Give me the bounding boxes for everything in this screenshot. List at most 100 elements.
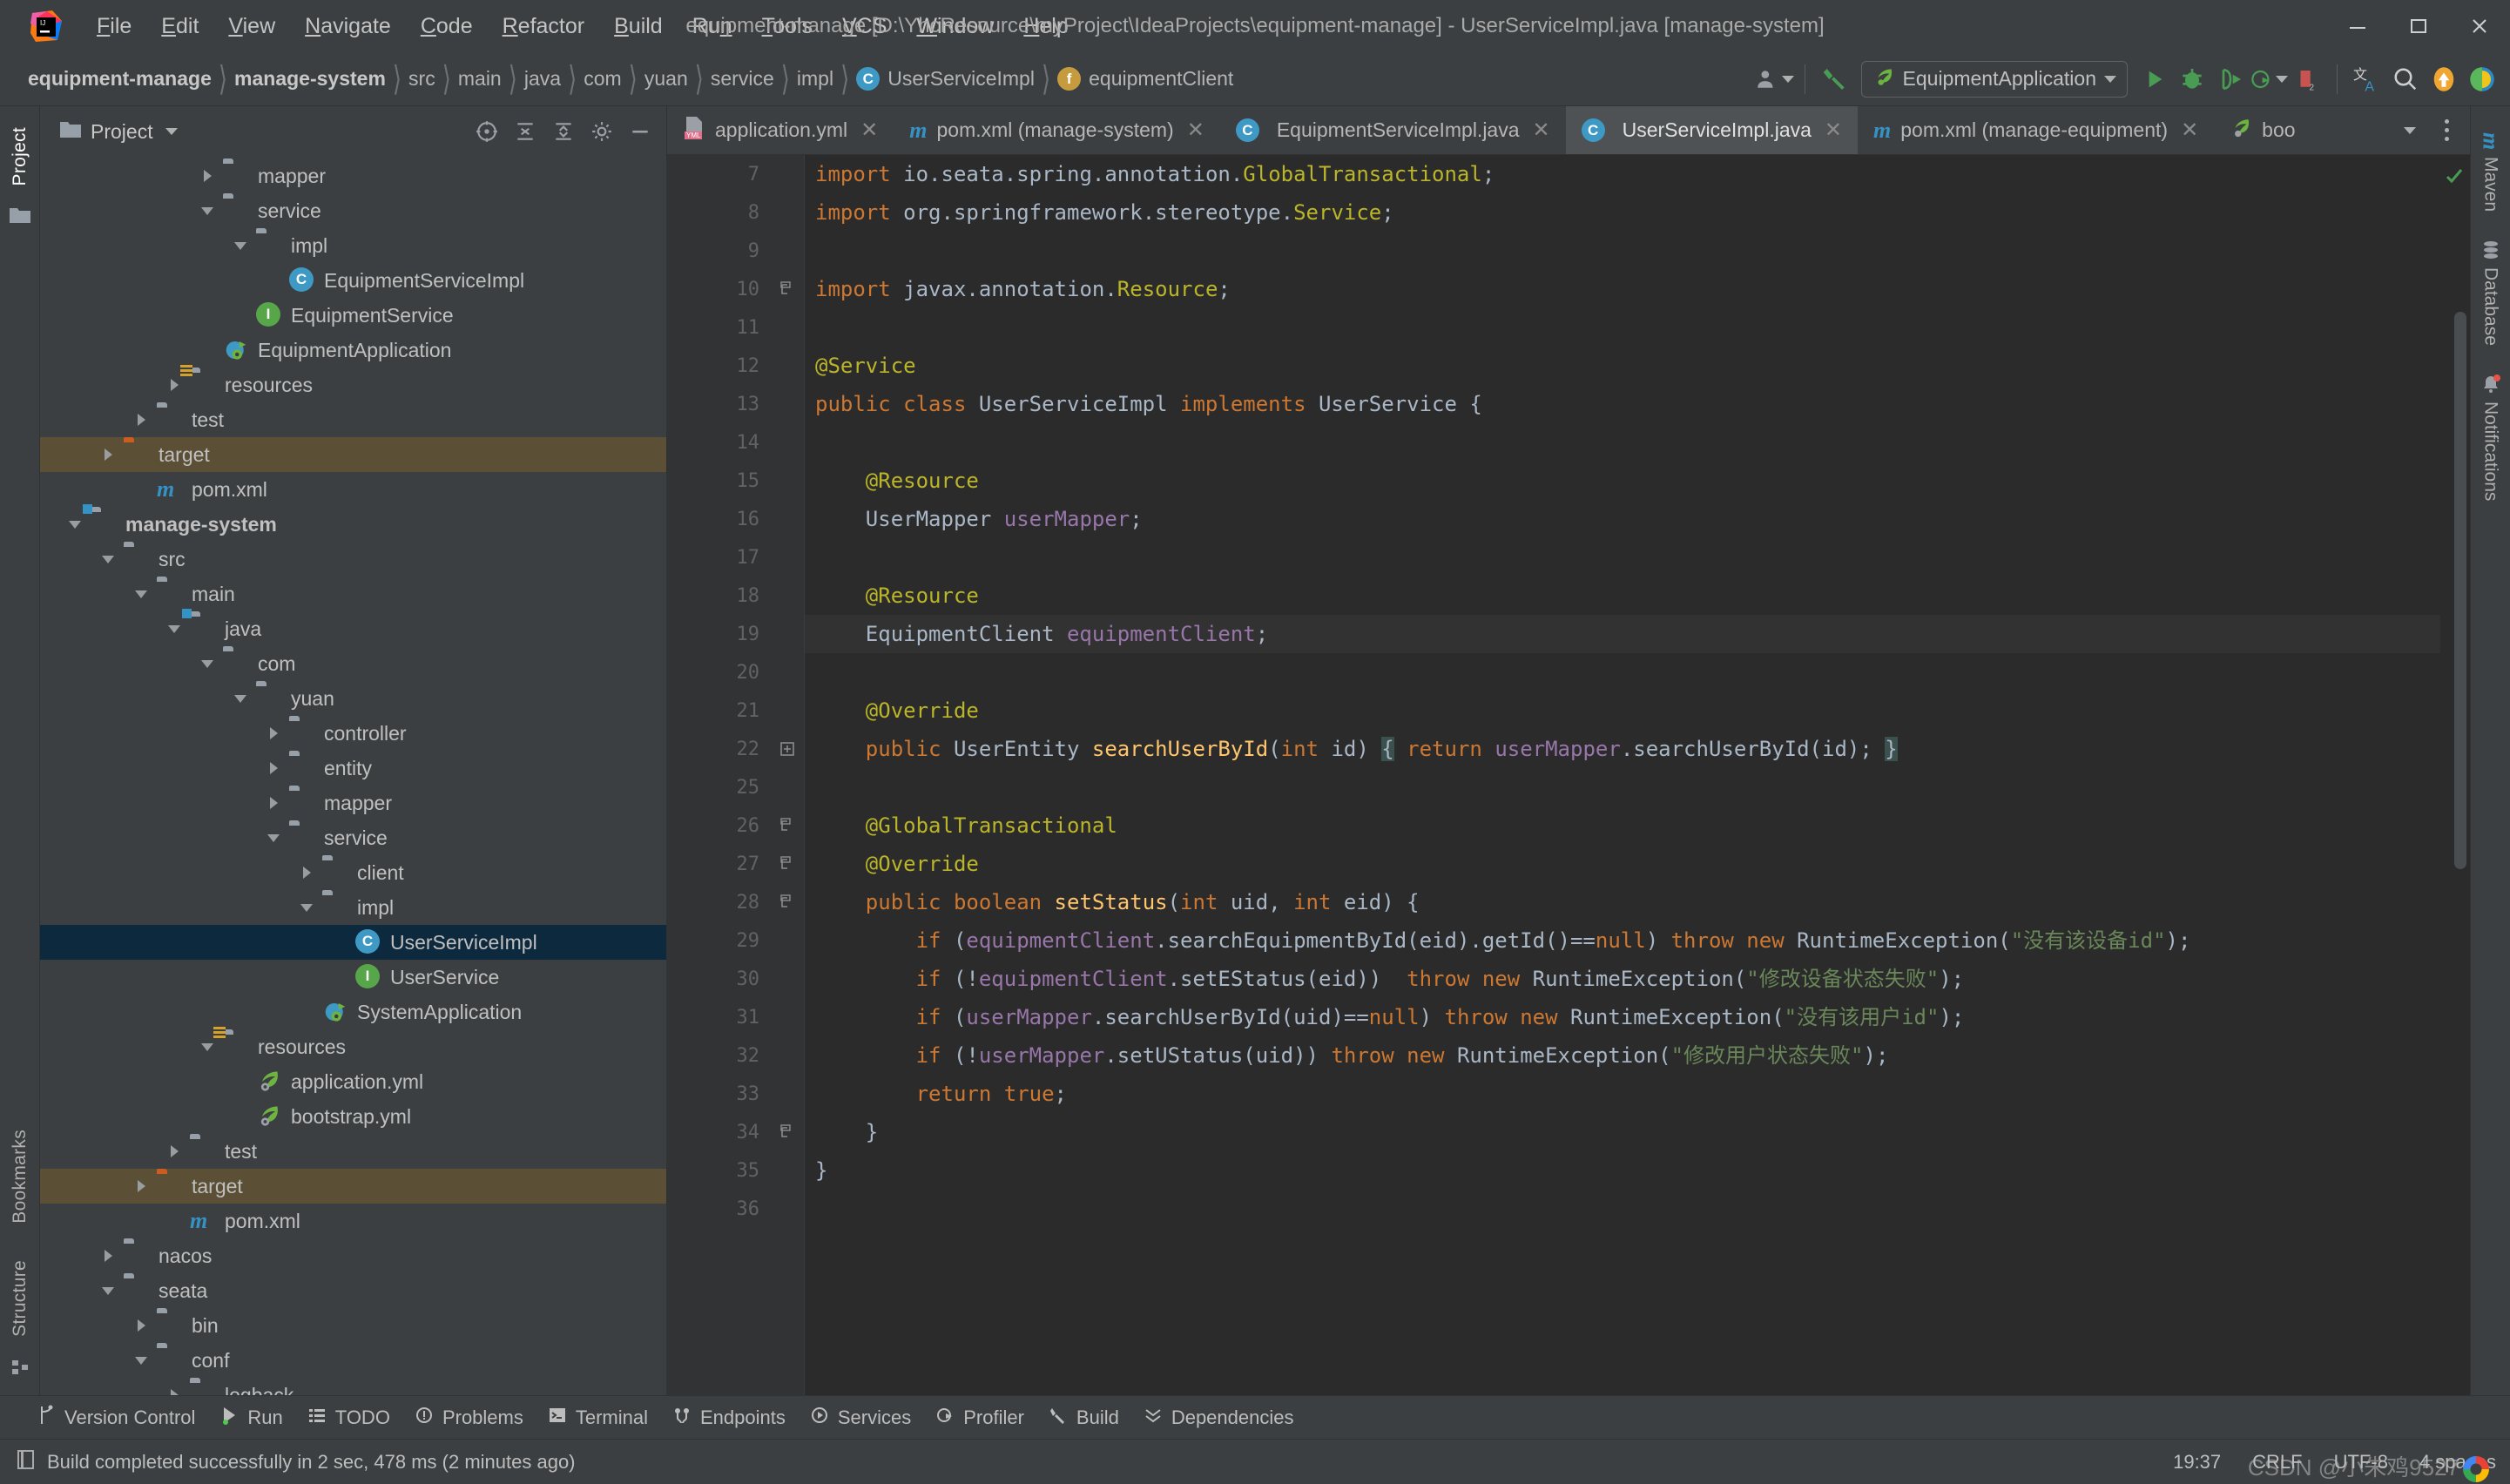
maximize-icon[interactable] <box>2388 0 2449 52</box>
sidebar-tab-database[interactable]: Database <box>2480 226 2501 360</box>
code-line[interactable]: import io.seata.spring.annotation.Global… <box>805 155 2440 193</box>
tool-window-endpoints[interactable]: Endpoints <box>665 1405 803 1431</box>
expand-arrow-icon[interactable] <box>125 1169 157 1204</box>
profiler-icon[interactable] <box>2250 52 2288 106</box>
code-line[interactable]: import javax.annotation.Resource; <box>805 270 2440 308</box>
code-line[interactable]: if (!userMapper.setUStatus(uid)) throw n… <box>805 1036 2440 1075</box>
indent-setting[interactable]: 4 spaces <box>2419 1451 2496 1474</box>
tree-item-bootstrap-yml[interactable]: bootstrap.yml <box>40 1099 666 1134</box>
fold-region-icon[interactable] <box>779 1124 795 1144</box>
tree-item-entity[interactable]: entity <box>40 751 666 786</box>
window-controls[interactable] <box>2327 0 2510 52</box>
ide-theme-icon[interactable] <box>2463 52 2501 106</box>
menu-item-refactor[interactable]: Refactor <box>488 10 600 43</box>
expand-arrow-icon[interactable] <box>258 786 289 820</box>
search-everywhere-icon[interactable] <box>2386 52 2425 106</box>
code-line[interactable] <box>805 1190 2440 1228</box>
run-configuration-selector[interactable]: EquipmentApplication <box>1860 60 2128 98</box>
tree-item-application-yml[interactable]: application.yml <box>40 1064 666 1099</box>
editor-markers-scrollbar[interactable] <box>2440 155 2470 1395</box>
tool-window-problems[interactable]: Problems <box>408 1405 541 1431</box>
menu-item-navigate[interactable]: Navigate <box>290 10 406 43</box>
menu-item-window[interactable]: Window <box>901 10 1009 43</box>
tree-item-client[interactable]: client <box>40 855 666 890</box>
menu-item-vcs[interactable]: VCS <box>827 10 901 43</box>
chevron-down-icon[interactable] <box>165 128 178 135</box>
fold-region-icon[interactable] <box>779 856 795 876</box>
breadcrumb-item-com[interactable]: com <box>578 52 626 105</box>
hide-panel-icon[interactable] <box>621 111 659 152</box>
code-line[interactable]: @Override <box>805 845 2440 883</box>
tree-item-manage-system[interactable]: manage-system <box>40 504 666 542</box>
expand-arrow-icon[interactable] <box>92 1238 124 1273</box>
tree-item-equipmentserviceimpl[interactable]: C EquipmentServiceImpl <box>40 263 666 298</box>
code-line[interactable]: public class UserServiceImpl implements … <box>805 385 2440 423</box>
collapse-arrow-icon[interactable] <box>192 193 223 228</box>
code-line[interactable] <box>805 538 2440 577</box>
minimize-icon[interactable] <box>2327 0 2388 52</box>
select-opened-file-icon[interactable] <box>468 111 506 152</box>
sidebar-tab-project[interactable]: Project <box>10 115 30 198</box>
collapse-arrow-icon[interactable] <box>225 228 256 263</box>
code-line[interactable]: UserMapper userMapper; <box>805 500 2440 538</box>
close-icon[interactable]: ✕ <box>2177 118 2202 143</box>
breadcrumb-item-project[interactable]: equipment-manage <box>23 52 217 105</box>
breadcrumb-item-class[interactable]: C UserServiceImpl <box>851 52 1040 105</box>
translate-icon[interactable]: 文A <box>2348 52 2386 106</box>
editor-scrollbar-thumb[interactable] <box>2454 312 2466 869</box>
tab-list-chevron-icon[interactable] <box>2392 106 2428 155</box>
tree-item-mapper[interactable]: mapper <box>40 786 666 820</box>
tool-window-services[interactable]: Services <box>803 1405 928 1431</box>
close-icon[interactable]: ✕ <box>857 118 881 143</box>
tool-window-dependencies[interactable]: Dependencies <box>1137 1405 1312 1431</box>
expand-arrow-icon[interactable] <box>291 855 322 890</box>
tree-item-pom-xml[interactable]: m pom.xml <box>40 1204 666 1238</box>
close-icon[interactable]: ✕ <box>1821 118 1845 143</box>
tree-item-nacos[interactable]: nacos <box>40 1238 666 1273</box>
collapse-arrow-icon[interactable] <box>125 1343 157 1378</box>
editor-tab-equipmentserviceimpl[interactable]: C EquipmentServiceImpl.java ✕ <box>1220 106 1566 154</box>
editor-tab-pom-manage-system[interactable]: m pom.xml (manage-system) ✕ <box>894 106 1220 154</box>
close-icon[interactable] <box>2449 0 2510 52</box>
expand-arrow-icon[interactable] <box>159 1378 190 1395</box>
tree-item-systemapplication[interactable]: SystemApplication <box>40 995 666 1029</box>
code-line[interactable]: EquipmentClient equipmentClient; <box>805 615 2440 653</box>
tree-item-src[interactable]: src <box>40 542 666 577</box>
collapse-arrow-icon[interactable] <box>92 542 124 577</box>
file-encoding[interactable]: UTF-8 <box>2334 1451 2388 1474</box>
tree-item-main[interactable]: main <box>40 577 666 611</box>
caret-position[interactable]: 19:37 <box>2173 1451 2221 1474</box>
updates-icon[interactable] <box>2425 52 2463 106</box>
tree-item-target[interactable]: target <box>40 437 666 472</box>
menu-item-file[interactable]: FFileile <box>82 10 146 43</box>
source-code[interactable]: import io.seata.spring.annotation.Global… <box>805 155 2440 1395</box>
tree-item-controller[interactable]: controller <box>40 716 666 751</box>
tree-item-pom-xml[interactable]: m pom.xml <box>40 472 666 507</box>
tree-item-java[interactable]: java <box>40 609 666 646</box>
expand-arrow-icon[interactable] <box>125 402 157 437</box>
sidebar-tab-notifications[interactable]: Notifications <box>2480 360 2501 515</box>
tree-item-userserviceimpl[interactable]: C UserServiceImpl <box>40 925 666 960</box>
code-line[interactable] <box>805 308 2440 347</box>
tree-item-logback[interactable]: logback <box>40 1378 666 1395</box>
code-editor[interactable]: 7 8 9 10 11 1213 14 15 16 17 18 19 20 21 22O 25 26 27 28O 2… <box>667 155 2470 1395</box>
tree-item-resources[interactable]: resources <box>40 1027 666 1064</box>
chevron-down-icon[interactable] <box>2104 75 2116 83</box>
code-line[interactable]: @Resource <box>805 462 2440 500</box>
tree-item-com[interactable]: com <box>40 646 666 681</box>
menu-bar[interactable]: FFileile Edit View Navigate Code Refacto… <box>82 10 1083 43</box>
tree-item-service[interactable]: service <box>40 820 666 855</box>
fold-region-icon[interactable] <box>779 818 795 838</box>
user-account-icon[interactable] <box>1756 52 1794 106</box>
tree-item-target[interactable]: target <box>40 1169 666 1204</box>
fold-region-icon[interactable] <box>779 281 795 301</box>
menu-item-code[interactable]: Code <box>406 10 488 43</box>
collapse-arrow-icon[interactable] <box>92 1273 124 1308</box>
tree-item-equipmentapplication[interactable]: EquipmentApplication <box>40 333 666 368</box>
code-line[interactable]: @GlobalTransactional <box>805 806 2440 845</box>
expand-arrow-icon[interactable] <box>258 751 289 786</box>
collapse-arrow-icon[interactable] <box>125 577 157 611</box>
debug-icon[interactable] <box>2173 52 2211 106</box>
breadcrumb-item-service[interactable]: service <box>705 52 779 105</box>
tool-window-todo[interactable]: TODO <box>300 1405 408 1431</box>
